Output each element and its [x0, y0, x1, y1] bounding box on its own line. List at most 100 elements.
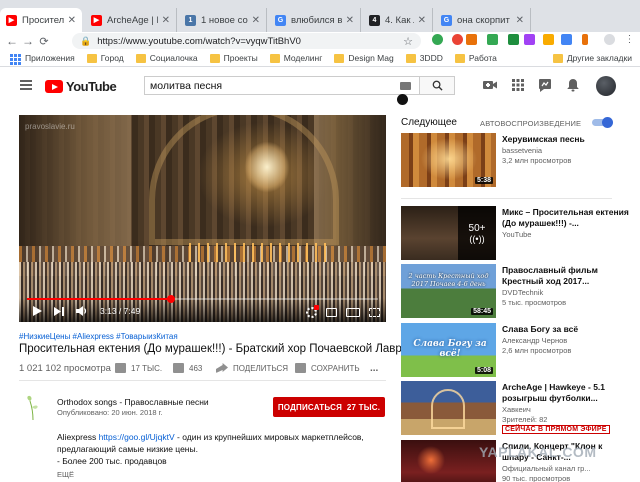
folder-icon [552, 53, 563, 63]
extension-icon[interactable] [582, 34, 588, 45]
tab-vk-messages[interactable]: 1 1 новое сообщ ✕ [179, 8, 267, 32]
related-video-item[interactable]: 2 часть Крестный ход 2017 Почаев 4-6 ден… [401, 264, 631, 320]
settings-gear-icon[interactable] [306, 305, 319, 318]
related-video-item[interactable]: Слава Богу за всё! 5:08 Слава Богу за вс… [401, 323, 631, 379]
pencil-edit-icon[interactable] [397, 94, 408, 105]
player-controls-right [297, 305, 380, 318]
browser-menu-icon[interactable]: ⋮ [624, 34, 635, 45]
video-thumbnail[interactable]: Слава Богу за всё! 5:08 [401, 323, 496, 377]
autoplay-toggle[interactable] [592, 117, 613, 128]
dislike-button[interactable]: 463 [173, 363, 202, 373]
bookmark-folder[interactable]: Город [86, 53, 124, 63]
channel-name[interactable]: Orthodox songs - Православные песни [57, 397, 209, 407]
dislike-count: 463 [189, 363, 203, 373]
user-avatar[interactable] [596, 76, 616, 96]
save-button[interactable]: СОХРАНИТЬ [295, 363, 360, 373]
extension-icon[interactable] [508, 34, 519, 45]
tab-youtube-active[interactable]: ▶ Просительная ✕ [0, 8, 82, 32]
live-viewer-count: Зрителей: 82 [502, 415, 548, 424]
close-tab-icon[interactable]: ✕ [252, 15, 260, 26]
video-thumbnail[interactable] [401, 381, 496, 435]
folder-icon [269, 53, 280, 63]
search-input[interactable]: молитва песня [144, 76, 419, 95]
bookmark-label: Design Mag [348, 53, 394, 63]
youtube-logo[interactable]: YouTube [45, 79, 117, 94]
messages-icon[interactable] [537, 77, 553, 93]
view-count: 1 021 102 просмотра [19, 363, 111, 374]
share-icon [216, 363, 228, 373]
share-button[interactable]: ПОДЕЛИТЬСЯ [216, 363, 288, 373]
desc-link[interactable]: https://goo.gl/UjqktV [99, 432, 175, 442]
extension-icon[interactable] [561, 34, 572, 45]
notifications-bell-icon[interactable] [565, 77, 581, 93]
video-player[interactable]: pravoslavie.ru 3:13 / 7:49 [19, 115, 386, 322]
extension-icon[interactable] [524, 34, 535, 45]
show-more-button[interactable]: ЕЩЁ [57, 470, 74, 479]
video-thumbnail[interactable]: 2 часть Крестный ход 2017 Почаев 4-6 ден… [401, 264, 496, 318]
search-value: молитва песня [150, 79, 223, 92]
next-video-icon[interactable] [54, 306, 64, 316]
folder-icon [135, 53, 146, 63]
subscribe-label: ПОДПИСАТЬСЯ [277, 402, 343, 412]
extension-icon[interactable] [432, 34, 443, 45]
tab-how-to-love[interactable]: 4 4. Как любить ✕ [363, 8, 433, 32]
close-tab-icon[interactable]: ✕ [68, 15, 76, 26]
bookmark-star-icon[interactable]: ☆ [403, 35, 413, 48]
search-button[interactable] [419, 76, 455, 95]
extension-icon[interactable] [466, 34, 477, 45]
apps-icon[interactable] [510, 77, 526, 93]
tab-google-search[interactable]: G влюбился в чу ✕ [269, 8, 361, 32]
scrubber-handle[interactable] [166, 295, 175, 303]
keyboard-icon[interactable] [400, 82, 411, 90]
profile-icon[interactable] [604, 34, 615, 45]
google-favicon-icon: G [441, 14, 452, 26]
reload-icon[interactable]: ⟳ [36, 35, 52, 48]
address-bar[interactable]: 🔒 https://www.youtube.com/watch?v=vyqwTi… [72, 33, 421, 49]
more-actions-button[interactable]: ... [370, 363, 378, 374]
close-tab-icon[interactable]: ✕ [516, 15, 524, 26]
bookmark-apps[interactable]: Приложения [10, 53, 75, 65]
close-tab-icon[interactable]: ✕ [162, 15, 170, 26]
bookmark-folder[interactable]: Design Mag [334, 53, 394, 63]
like-button[interactable]: 17 ТЫС. [115, 363, 162, 373]
game-scene-arch [431, 389, 465, 429]
subscribe-button[interactable]: ПОДПИСАТЬСЯ 27 ТЫС. [273, 397, 385, 417]
back-arrow-icon[interactable]: ← [4, 34, 20, 48]
related-live-item[interactable]: ArcheAge | Hawkeye - 5.1 розыгрыш футбол… [401, 381, 631, 437]
related-video-item[interactable]: 5:38 Херувимская песнь bassetvenia 3,2 м… [401, 133, 631, 189]
volume-icon[interactable] [76, 306, 88, 316]
youtube-favicon-icon: ▶ [6, 14, 17, 26]
bookmark-folder[interactable]: Социалочка [135, 53, 198, 63]
close-tab-icon[interactable]: ✕ [346, 15, 354, 26]
bookmark-folder[interactable]: 3DDD [405, 53, 443, 63]
theater-mode-icon[interactable] [346, 308, 360, 317]
miniplayer-icon[interactable] [326, 308, 337, 317]
related-mix-item[interactable]: 50+ ((•)) Микс – Просительная ектения (Д… [401, 206, 631, 262]
progress-bar[interactable] [27, 295, 378, 303]
channel-avatar[interactable] [26, 395, 40, 421]
bookmark-folder[interactable]: Проекты [209, 53, 258, 63]
close-tab-icon[interactable]: ✕ [418, 15, 426, 26]
mix-radio-icon: ((•)) [469, 233, 485, 244]
extension-icon[interactable] [487, 34, 498, 45]
folder-icon [454, 53, 465, 63]
desc-text: предлагающий самые низкие цены. [57, 444, 198, 454]
create-video-icon[interactable] [482, 77, 498, 93]
bookmark-folder[interactable]: Работа [454, 53, 497, 63]
video-hashtags[interactable]: #НизкиеЦены #Aliexpress #ТоварыизКитая [19, 332, 178, 341]
video-thumbnail[interactable]: 50+ ((•)) [401, 206, 496, 260]
fullscreen-icon[interactable] [369, 308, 380, 317]
tab-google-search-2[interactable]: G она скорпит ✕ [435, 8, 531, 32]
subscriber-count: 27 ТЫС. [346, 402, 381, 412]
extension-icon[interactable] [543, 34, 554, 45]
bookmark-folder[interactable]: Моделинг [269, 53, 322, 63]
extension-icon[interactable] [452, 34, 463, 45]
tab-archeage[interactable]: ▶ ArcheAge | Hau ✕ [85, 8, 177, 32]
video-thumbnail[interactable]: 5:38 [401, 133, 496, 187]
video-frame-cathedral [19, 115, 386, 322]
bookmark-other[interactable]: Другие закладки [552, 53, 632, 63]
forward-arrow-icon[interactable]: → [20, 34, 36, 48]
play-icon[interactable] [33, 306, 42, 316]
hamburger-menu-icon[interactable] [20, 80, 32, 90]
save-label: СОХРАНИТЬ [311, 363, 360, 373]
